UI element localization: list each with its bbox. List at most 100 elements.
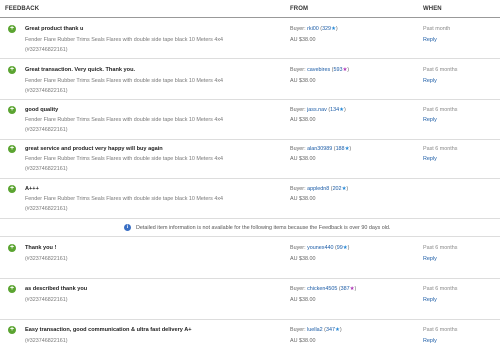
positive-feedback-icon: + xyxy=(8,285,16,293)
item-price: AU $38.00 xyxy=(290,256,316,262)
item-number: (#323746822161) xyxy=(25,338,68,344)
item-number: (#323746822161) xyxy=(25,166,68,172)
feedback-score-link[interactable]: 387 xyxy=(341,286,350,292)
feedback-score-link[interactable]: 593 xyxy=(333,67,342,73)
feedback-time: Past 6 months xyxy=(423,286,458,292)
item-title: Fender Flare Rubber Trims Seals Flares w… xyxy=(25,156,224,162)
feedback-time: Past 6 months xyxy=(423,146,458,152)
item-title: Fender Flare Rubber Trims Seals Flares w… xyxy=(25,37,224,43)
feedback-score-link[interactable]: 188 xyxy=(336,146,345,152)
old-feedback-notice: i Detailed item information is not avail… xyxy=(0,219,500,237)
item-price: AU $38.00 xyxy=(290,117,316,123)
info-icon: i xyxy=(124,224,131,231)
buyer-label: Buyer: xyxy=(290,146,308,152)
buyer-label: Buyer: xyxy=(290,327,308,333)
buyer-info: Buyer: jass.nav (134★) xyxy=(290,107,346,113)
buyer-link[interactable]: rki00 xyxy=(307,26,319,32)
item-title: Fender Flare Rubber Trims Seals Flares w… xyxy=(25,196,224,202)
item-title: Fender Flare Rubber Trims Seals Flares w… xyxy=(25,117,224,123)
feedback-time: Past 6 months xyxy=(423,245,458,251)
feedback-row: + A+++ Fender Flare Rubber Trims Seals F… xyxy=(0,180,500,219)
buyer-info: Buyer: luella2 (347★) xyxy=(290,327,342,333)
feedback-score-link[interactable]: 347 xyxy=(326,327,335,333)
feedback-score-link[interactable]: 329 xyxy=(322,26,331,32)
buyer-link[interactable]: appledn8 xyxy=(307,186,329,192)
buyer-info: Buyer: cavebires (593★) xyxy=(290,67,349,73)
buyer-label: Buyer: xyxy=(290,26,308,32)
feedback-column-header: FEEDBACK xyxy=(5,6,40,12)
feedback-table-header: FEEDBACK FROM WHEN xyxy=(0,0,500,18)
item-title: Fender Flare Rubber Trims Seals Flares w… xyxy=(25,78,224,84)
positive-feedback-icon: + xyxy=(8,185,16,193)
score-close: ) xyxy=(344,107,346,113)
score-close: ) xyxy=(347,67,350,73)
buyer-link[interactable]: cavebires xyxy=(307,67,330,73)
item-number: (#323746822161) xyxy=(25,206,68,212)
reply-link[interactable]: Reply xyxy=(423,78,437,84)
feedback-row: + great service and product very happy w… xyxy=(0,141,500,179)
feedback-row: + Easy transaction, good communication &… xyxy=(0,321,500,364)
buyer-label: Buyer: xyxy=(290,245,308,251)
item-price: AU $38.00 xyxy=(290,37,316,43)
buyer-link[interactable]: younex440 xyxy=(307,245,333,251)
buyer-link[interactable]: luella2 xyxy=(307,327,323,333)
feedback-comment: Great product thank u xyxy=(25,26,84,32)
item-number: (#323746822161) xyxy=(25,256,68,262)
item-number: (#323746822161) xyxy=(25,297,68,303)
buyer-label: Buyer: xyxy=(290,186,308,192)
reply-link[interactable]: Reply xyxy=(423,338,437,344)
feedback-comment: good quality xyxy=(25,107,59,113)
feedback-score-link[interactable]: 134 xyxy=(330,107,339,113)
feedback-row: + as described thank you (#323746822161)… xyxy=(0,280,500,320)
feedback-score-link[interactable]: 202 xyxy=(333,186,342,192)
feedback-row: + Great transaction. Very quick. Thank y… xyxy=(0,60,500,100)
reply-link[interactable]: Reply xyxy=(423,37,437,43)
buyer-info: Buyer: younex440 (99★) xyxy=(290,245,349,251)
item-number: (#323746822161) xyxy=(25,127,68,133)
feedback-comment: Thank you ! xyxy=(25,245,57,251)
feedback-time: Past 6 months xyxy=(423,107,458,113)
feedback-comment: Easy transaction, good communication & u… xyxy=(25,327,192,333)
score-close: ) xyxy=(339,327,342,333)
score-close: ) xyxy=(349,146,352,152)
feedback-comment: A+++ xyxy=(25,186,39,192)
item-number: (#323746822161) xyxy=(25,88,68,94)
item-price: AU $38.00 xyxy=(290,297,316,303)
feedback-row: + Thank you ! (#323746822161) Buyer: you… xyxy=(0,238,500,279)
buyer-link[interactable]: chicken4505 xyxy=(307,286,337,292)
notice-text: Detailed item information is not availab… xyxy=(136,225,391,231)
item-number: (#323746822161) xyxy=(25,47,68,53)
reply-link[interactable]: Reply xyxy=(423,156,437,162)
score-close: ) xyxy=(335,26,338,32)
score-close: ) xyxy=(354,286,357,292)
from-column-header: FROM xyxy=(290,6,309,12)
item-price: AU $38.00 xyxy=(290,338,316,344)
feedback-time: Past month xyxy=(423,26,451,32)
buyer-info: Buyer: alan30989 (188★) xyxy=(290,146,351,152)
positive-feedback-icon: + xyxy=(8,66,16,74)
positive-feedback-icon: + xyxy=(8,244,16,252)
score-close: ) xyxy=(346,186,349,192)
reply-link[interactable]: Reply xyxy=(423,256,437,262)
feedback-comment: as described thank you xyxy=(25,286,88,292)
feedback-comment: Great transaction. Very quick. Thank you… xyxy=(25,67,136,73)
buyer-info: Buyer: appledn8 (202★) xyxy=(290,186,348,192)
reply-link[interactable]: Reply xyxy=(423,297,437,303)
buyer-link[interactable]: alan30989 xyxy=(307,146,332,152)
feedback-time: Past 6 months xyxy=(423,327,458,333)
feedback-comment: great service and product very happy wil… xyxy=(25,146,163,152)
feedback-time: Past 6 months xyxy=(423,67,458,73)
when-column-header: WHEN xyxy=(423,6,442,12)
item-price: AU $38.00 xyxy=(290,156,316,162)
feedback-row: + Great product thank u Fender Flare Rub… xyxy=(0,19,500,59)
buyer-link[interactable]: jass.nav xyxy=(307,107,327,113)
buyer-info: Buyer: chicken4505 (387★) xyxy=(290,286,356,292)
reply-link[interactable]: Reply xyxy=(423,117,437,123)
item-price: AU $38.00 xyxy=(290,196,316,202)
score-close: ) xyxy=(347,245,350,251)
item-price: AU $38.00 xyxy=(290,78,316,84)
buyer-label: Buyer: xyxy=(290,107,308,113)
feedback-row: + good quality Fender Flare Rubber Trims… xyxy=(0,101,500,140)
positive-feedback-icon: + xyxy=(8,25,16,33)
buyer-info: Buyer: rki00 (329★) xyxy=(290,26,338,32)
